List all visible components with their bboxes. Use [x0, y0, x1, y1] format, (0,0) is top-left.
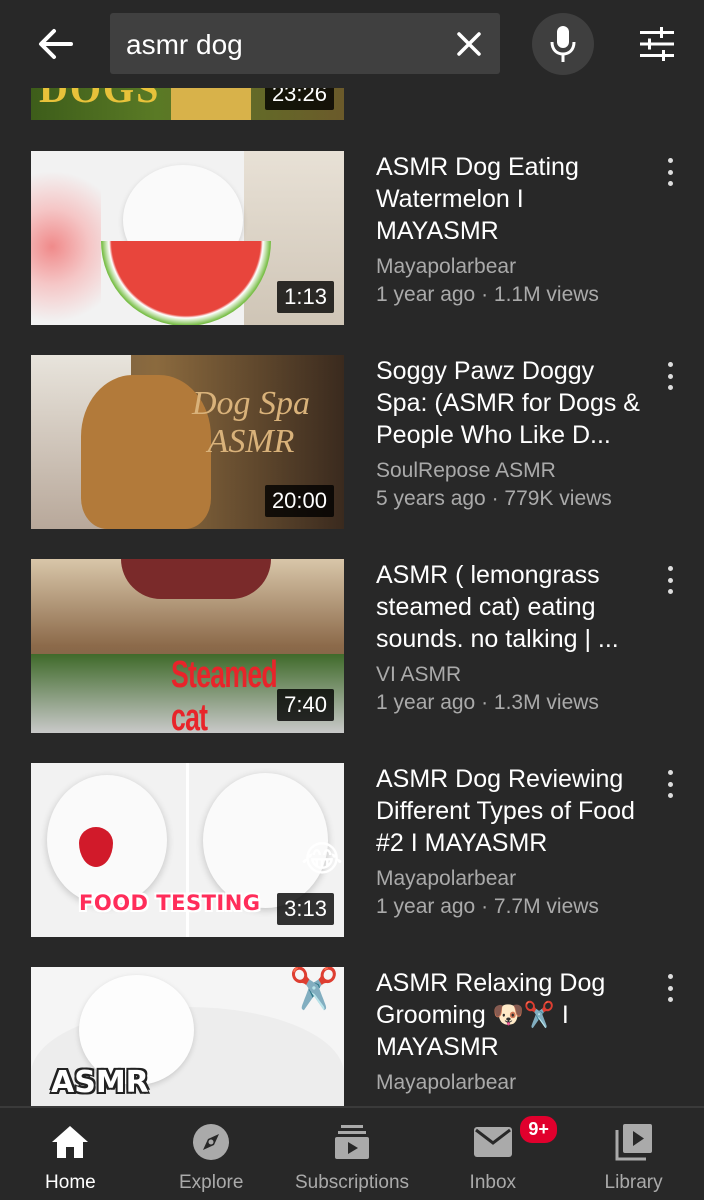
nav-label: Inbox — [469, 1172, 517, 1193]
emoji-art: 😂 — [301, 838, 344, 879]
thumbnail-text: ASMR — [51, 1065, 149, 1100]
video-thumbnail[interactable]: Dog Spa ASMR 20:00 — [31, 355, 344, 529]
video-stats: 1 year ago · 1.3M views — [376, 691, 599, 714]
more-vertical-icon — [667, 974, 673, 979]
mic-icon — [550, 26, 576, 62]
home-icon — [48, 1122, 92, 1162]
more-vertical-icon — [667, 566, 673, 571]
search-input[interactable]: asmr dog — [110, 13, 500, 74]
bottom-navigation: Home Explore Subscriptions Inbox 9+ Libr… — [0, 1106, 704, 1200]
video-title[interactable]: Soggy Pawz Doggy Spa: (ASMR for Dogs & P… — [376, 355, 651, 451]
subscriptions-icon — [330, 1122, 374, 1162]
more-options-button[interactable] — [660, 563, 680, 597]
video-stats: 5 years ago · 779K views — [376, 487, 612, 510]
thumbnail-text: Dog Spa ASMR — [191, 385, 311, 460]
channel-name[interactable]: Mayapolarbear — [376, 865, 651, 893]
nav-subscriptions[interactable]: Subscriptions — [282, 1108, 423, 1200]
video-stats: 1 year ago · 7.7M views — [376, 895, 599, 918]
search-header: asmr dog — [0, 0, 704, 88]
thumbnail-text: FOOD TESTING — [79, 891, 261, 915]
more-vertical-icon — [667, 158, 673, 163]
video-title[interactable]: ASMR Relaxing Dog Grooming 🐶✂️ I MAYASMR — [376, 967, 651, 1063]
arrow-left-icon — [39, 29, 73, 59]
video-thumbnail[interactable]: ✂️ ASMR — [31, 967, 344, 1106]
list-item[interactable]: Dog Spa ASMR 20:00 Soggy Pawz Doggy Spa:… — [0, 355, 704, 529]
compass-icon — [189, 1122, 233, 1162]
scissors-icon: ✂️ — [289, 967, 339, 1011]
nav-label: Subscriptions — [294, 1172, 410, 1193]
thumbnail-text: Steamed cat — [171, 654, 278, 733]
video-title[interactable]: ASMR Dog Eating Watermelon I MAYASMR — [376, 151, 651, 247]
thumbnail-art — [171, 88, 251, 120]
clear-search-button[interactable] — [452, 27, 486, 61]
back-button[interactable] — [24, 20, 86, 68]
search-query[interactable]: asmr dog — [126, 29, 243, 61]
nav-explore[interactable]: Explore — [141, 1108, 282, 1200]
video-duration: 20:00 — [264, 485, 334, 517]
list-item[interactable]: Steamed cat 7:40 ASMR ( lemongrass steam… — [0, 559, 704, 733]
list-item[interactable]: 1:13 ASMR Dog Eating Watermelon I MAYASM… — [0, 151, 704, 325]
more-options-button[interactable] — [660, 359, 680, 393]
video-title[interactable]: ASMR ( lemongrass steamed cat) eating so… — [376, 559, 651, 655]
channel-name[interactable]: Mayapolarbear — [376, 253, 651, 281]
channel-name[interactable]: SoulRepose ASMR — [376, 457, 651, 485]
video-stats: 1 year ago · 1.1M views — [376, 283, 599, 306]
mail-icon — [471, 1122, 515, 1162]
video-meta: ASMR ( lemongrass steamed cat) eating so… — [376, 559, 651, 717]
nav-label: Explore — [178, 1172, 244, 1193]
video-meta: Soggy Pawz Doggy Spa: (ASMR for Dogs & P… — [376, 355, 651, 513]
nav-label: Library — [604, 1172, 663, 1193]
search-results: DOGS 23:26 1:13 ASMR Dog Eating Watermel… — [0, 88, 704, 1106]
video-duration: 7:40 — [277, 689, 334, 721]
thumbnail-text: DOGS — [39, 88, 161, 111]
library-icon — [612, 1122, 656, 1162]
nav-inbox[interactable]: Inbox 9+ — [422, 1108, 563, 1200]
more-options-button[interactable] — [660, 767, 680, 801]
thumbnail-art — [31, 151, 101, 325]
thumbnail-art — [121, 559, 271, 599]
video-thumbnail[interactable]: Steamed cat 7:40 — [31, 559, 344, 733]
list-item[interactable]: DOGS 23:26 — [0, 88, 704, 120]
video-duration: 1:13 — [277, 281, 334, 313]
more-options-button[interactable] — [660, 155, 680, 189]
video-meta: ASMR Dog Reviewing Different Types of Fo… — [376, 763, 651, 921]
video-duration: 3:13 — [277, 893, 334, 925]
youtube-search-screen: asmr dog DOGS 23:26 1:13 ASMR Dog Eating… — [0, 0, 704, 1200]
nav-label: Home — [45, 1172, 96, 1193]
voice-search-button[interactable] — [532, 13, 594, 75]
video-duration: 23:26 — [264, 88, 334, 110]
more-vertical-icon — [667, 362, 673, 367]
nav-library[interactable]: Library — [563, 1108, 704, 1200]
video-thumbnail[interactable]: 1:13 — [31, 151, 344, 325]
list-item[interactable]: 😂 FOOD TESTING 3:13 ASMR Dog Reviewing D… — [0, 763, 704, 937]
more-options-button[interactable] — [660, 971, 680, 1005]
sliders-icon — [640, 27, 674, 61]
video-title[interactable]: ASMR Dog Reviewing Different Types of Fo… — [376, 763, 651, 859]
list-item[interactable]: ✂️ ASMR ASMR Relaxing Dog Grooming 🐶✂️ I… — [0, 967, 704, 1106]
channel-name[interactable]: Mayapolarbear — [376, 1069, 651, 1097]
close-icon — [457, 32, 481, 56]
search-filters-button[interactable] — [632, 20, 682, 68]
inbox-badge: 9+ — [518, 1114, 559, 1145]
video-thumbnail[interactable]: 😂 FOOD TESTING 3:13 — [31, 763, 344, 937]
more-vertical-icon — [667, 770, 673, 775]
video-meta: ASMR Relaxing Dog Grooming 🐶✂️ I MAYASMR… — [376, 967, 651, 1097]
nav-home[interactable]: Home — [0, 1108, 141, 1200]
video-thumbnail[interactable]: DOGS 23:26 — [31, 88, 344, 120]
channel-name[interactable]: VI ASMR — [376, 661, 651, 689]
video-meta: ASMR Dog Eating Watermelon I MAYASMR May… — [376, 151, 651, 309]
